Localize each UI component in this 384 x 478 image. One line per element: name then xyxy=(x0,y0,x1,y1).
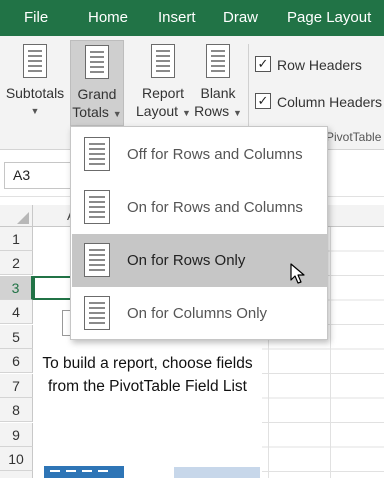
report-layout-label-line1: Report xyxy=(141,85,185,101)
row-header-selected[interactable]: 3 xyxy=(0,276,33,300)
row-header[interactable]: 7 xyxy=(0,374,33,398)
checkbox-icon: ✓ xyxy=(255,93,271,109)
grand-totals-button[interactable]: Grand Totals ▼ xyxy=(70,40,124,126)
menu-item-on-rows-columns[interactable]: On for Rows and Columns xyxy=(72,181,328,234)
row-header[interactable]: 4 xyxy=(0,300,33,324)
ribbon-tab-bar: File Home Insert Draw Page Layout xyxy=(0,0,384,36)
subtotals-button[interactable]: Subtotals ▼ xyxy=(2,40,68,126)
menu-item-on-columns-only[interactable]: On for Columns Only xyxy=(72,287,328,340)
subtotals-icon xyxy=(23,44,47,78)
row-header[interactable]: 9 xyxy=(0,423,33,447)
select-all-corner[interactable] xyxy=(0,205,33,227)
doc-lines-icon xyxy=(84,243,110,277)
tab-draw[interactable]: Draw xyxy=(223,0,258,36)
checkbox-icon: ✓ xyxy=(255,56,271,72)
report-layout-icon xyxy=(151,44,175,78)
pivot-preview-header xyxy=(44,466,124,478)
blank-rows-label-line2: Rows ▼ xyxy=(194,102,242,122)
grand-totals-label-line1: Grand xyxy=(77,86,117,102)
mouse-pointer-icon xyxy=(290,263,305,284)
menu-item-label: On for Rows and Columns xyxy=(127,199,303,216)
grand-totals-menu: Off for Rows and Columns On for Rows and… xyxy=(70,126,328,340)
row-header[interactable]: 6 xyxy=(0,349,33,373)
grand-totals-label-line2: Totals ▼ xyxy=(71,103,123,123)
doc-lines-icon xyxy=(84,190,110,224)
pivot-preview-block xyxy=(174,467,260,478)
ribbon-separator xyxy=(248,44,249,126)
menu-item-label: On for Rows Only xyxy=(127,252,246,269)
pivot-instructions: To build a report, choose fields from th… xyxy=(33,352,262,398)
row-header[interactable]: 5 xyxy=(0,325,33,349)
doc-lines-icon xyxy=(84,137,110,171)
dropdown-arrow-icon: ▼ xyxy=(112,109,122,119)
tab-file[interactable]: File xyxy=(24,0,48,36)
doc-lines-icon xyxy=(84,296,110,330)
tab-insert[interactable]: Insert xyxy=(158,0,196,36)
pivot-instructions-line1: To build a report, choose fields xyxy=(42,355,253,372)
ribbon-group-label: PivotTable xyxy=(326,130,382,144)
dropdown-arrow-icon: ▼ xyxy=(181,108,191,118)
grand-totals-icon xyxy=(85,45,109,79)
pivot-instructions-line2: from the PivotTable Field List xyxy=(47,378,247,395)
blank-rows-icon xyxy=(206,44,230,78)
dropdown-arrow-icon: ▼ xyxy=(232,108,242,118)
row-header[interactable]: 11 xyxy=(0,471,33,478)
row-header[interactable]: 2 xyxy=(0,251,33,275)
row-header[interactable]: 1 xyxy=(0,227,33,251)
name-box[interactable]: A3 xyxy=(4,162,72,189)
subtotals-label: Subtotals xyxy=(5,85,65,101)
blank-rows-button[interactable]: Blank Rows ▼ xyxy=(194,40,242,126)
dropdown-arrow-icon: ▼ xyxy=(30,106,40,116)
blank-rows-label-text: Rows xyxy=(194,103,230,119)
blank-rows-label-line1: Blank xyxy=(200,85,236,101)
column-headers-label: Column Headers xyxy=(277,94,383,110)
grand-totals-label-text: Totals xyxy=(72,104,109,120)
row-header[interactable]: 8 xyxy=(0,398,33,422)
report-layout-label-line2: Layout ▼ xyxy=(136,102,191,122)
report-layout-label-text: Layout xyxy=(136,103,179,119)
row-header[interactable]: 10 xyxy=(0,447,33,471)
menu-item-label: On for Columns Only xyxy=(127,305,268,322)
row-headers-label: Row Headers xyxy=(277,57,362,73)
tab-home[interactable]: Home xyxy=(88,0,128,36)
select-all-icon xyxy=(17,212,29,224)
menu-item-label: Off for Rows and Columns xyxy=(127,146,303,163)
report-layout-button[interactable]: Report Layout ▼ xyxy=(136,40,191,126)
menu-item-off-rows-columns[interactable]: Off for Rows and Columns xyxy=(72,128,328,181)
tab-page-layout[interactable]: Page Layout xyxy=(287,0,371,36)
